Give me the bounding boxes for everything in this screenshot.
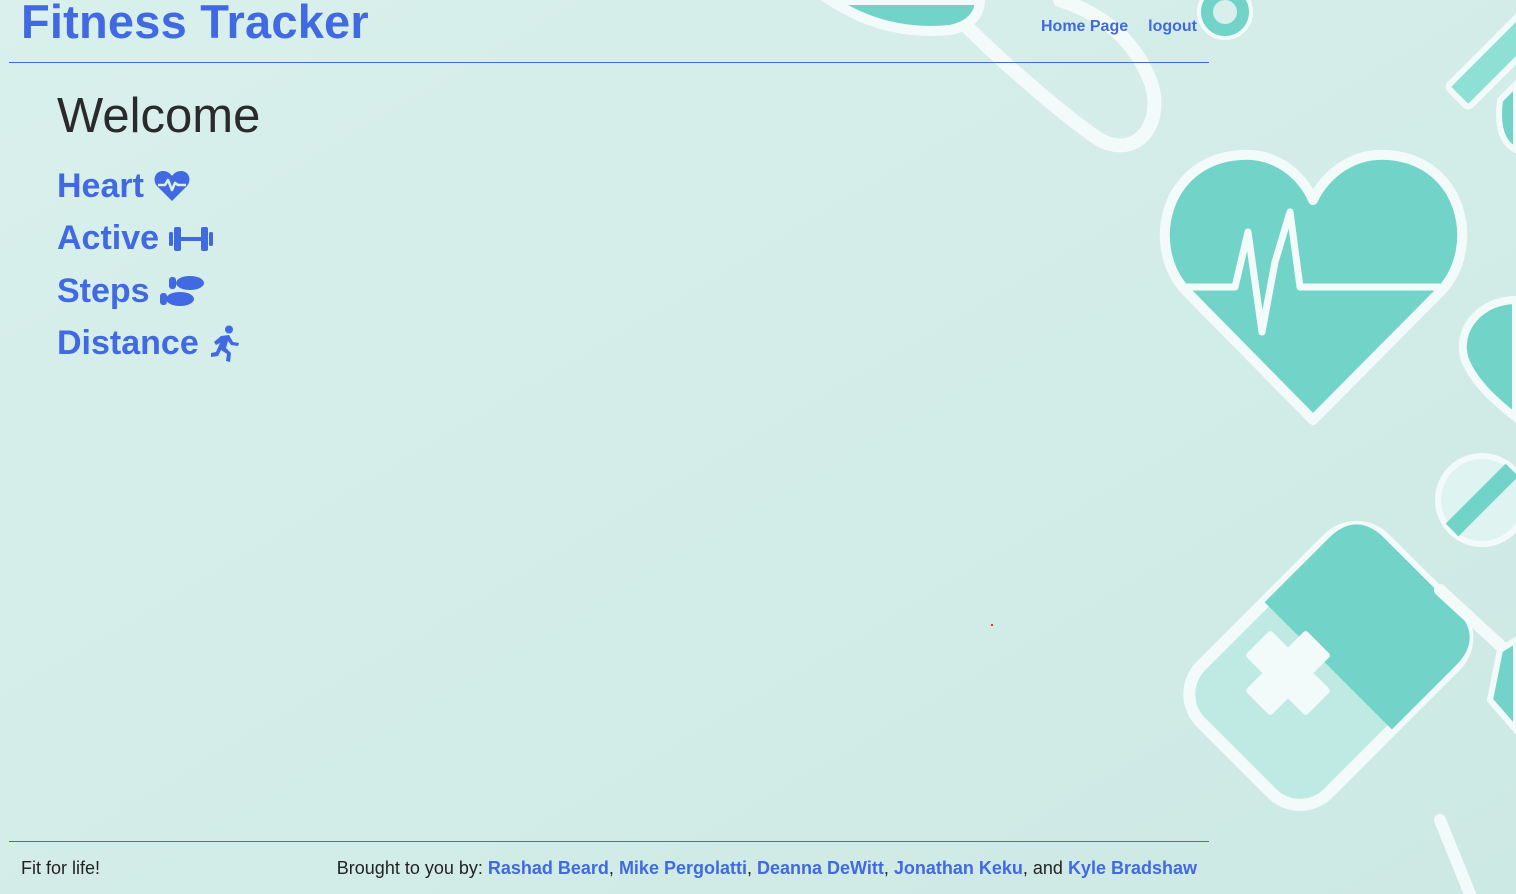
- running-person-icon: [209, 325, 241, 363]
- logout-link[interactable]: logout: [1148, 18, 1197, 36]
- tracker-menu: Heart Active Steps Distance: [57, 160, 241, 370]
- stray-dot: [991, 624, 993, 626]
- welcome-heading: Welcome: [57, 89, 261, 143]
- author-link[interactable]: Deanna DeWitt: [757, 858, 884, 878]
- credits-separator: , and: [1022, 858, 1068, 878]
- credits-separator: ,: [883, 858, 894, 878]
- heart-link[interactable]: Heart: [57, 160, 241, 213]
- credits-separator: ,: [608, 858, 619, 878]
- active-link-label: Active: [57, 219, 160, 258]
- author-link[interactable]: Mike Pergolatti: [619, 858, 747, 878]
- heart-pulse-icon: [154, 170, 190, 202]
- site-header: Fitness Tracker Home Page logout: [9, 0, 1209, 63]
- footer-tagline: Fit for life!: [21, 858, 101, 878]
- steps-link[interactable]: Steps: [57, 265, 241, 318]
- footer-credits: Brought to you by: Rashad Beard, Mike Pe…: [337, 858, 1197, 879]
- distance-link[interactable]: Distance: [57, 318, 241, 371]
- shoe-prints-icon: [159, 273, 206, 309]
- author-link[interactable]: Kyle Bradshaw: [1068, 858, 1197, 878]
- distance-link-label: Distance: [57, 324, 199, 363]
- home-page-link[interactable]: Home Page: [1041, 18, 1128, 36]
- site-footer: Fit for life! Brought to you by: Rashad …: [9, 841, 1209, 892]
- top-nav: Home Page logout: [1041, 18, 1197, 36]
- credits-separator: ,: [746, 858, 757, 878]
- active-link[interactable]: Active: [57, 213, 241, 266]
- steps-link-label: Steps: [57, 271, 150, 310]
- author-link[interactable]: Jonathan Keku: [894, 858, 1023, 878]
- heart-link-label: Heart: [57, 166, 144, 205]
- dumbbell-icon: [169, 225, 214, 253]
- site-title: Fitness Tracker: [21, 0, 369, 48]
- credits-prefix: Brought to you by:: [336, 858, 488, 878]
- author-link[interactable]: Rashad Beard: [488, 858, 609, 878]
